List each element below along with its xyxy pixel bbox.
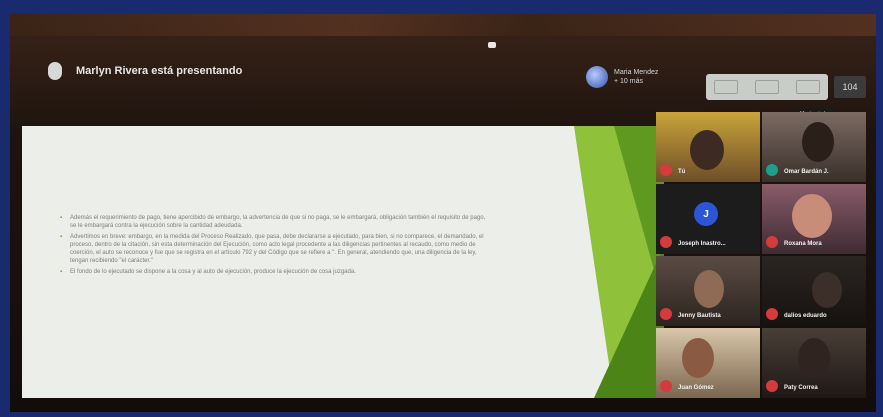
- participant-avatar: J: [694, 202, 718, 226]
- layout-sidebar-button[interactable]: [714, 80, 739, 94]
- slide-green-decoration: [574, 126, 664, 398]
- presenter-label: Marlyn Rivera está presentando: [76, 65, 243, 77]
- muted-mic-icon: [660, 308, 672, 320]
- participant-video: [798, 338, 830, 378]
- participant-tile[interactable]: Omar Bardán J.: [762, 112, 866, 182]
- layout-fullscreen-button[interactable]: [795, 80, 820, 94]
- participant-tile[interactable]: Juan Gómez: [656, 328, 760, 398]
- layout-controls: [706, 74, 828, 100]
- slide-bullet: Advertimos en breve: embargo, en la medi…: [60, 233, 490, 265]
- participant-count-button[interactable]: 104: [834, 76, 866, 98]
- shared-slide: Además el requerimiento de pago, tiene a…: [22, 126, 664, 398]
- mouse-cursor: [488, 42, 496, 48]
- participant-video: [792, 194, 832, 238]
- viewer-name: Maria Mendez: [614, 69, 659, 76]
- participant-tile[interactable]: Paty Correa: [762, 328, 866, 398]
- participant-tile[interactable]: dalíos eduardo: [762, 256, 866, 326]
- muted-mic-icon: [766, 308, 778, 320]
- participant-tile[interactable]: Roxana Mora: [762, 184, 866, 254]
- viewer-avatar: [586, 66, 608, 88]
- participant-video: [682, 338, 714, 378]
- presenter-banner: Marlyn Rivera está presentando: [48, 62, 242, 80]
- slide-bullet: El fondo de lo ejecutado se dispone a la…: [60, 268, 490, 276]
- participant-video: [802, 122, 834, 162]
- viewer-summary[interactable]: Maria Mendez + 10 más: [586, 66, 658, 88]
- muted-mic-icon: [766, 236, 778, 248]
- participant-name: Jenny Bautista: [678, 313, 721, 319]
- participant-tile[interactable]: Jenny Bautista: [656, 256, 760, 326]
- layout-grid-button[interactable]: [754, 80, 779, 94]
- muted-mic-icon: [660, 164, 672, 176]
- participant-name: Roxana Mora: [784, 241, 822, 247]
- presenter-mic-icon: [48, 62, 62, 80]
- participant-name: Paty Correa: [784, 385, 818, 391]
- participant-tile[interactable]: Tú: [656, 112, 760, 182]
- participant-tile[interactable]: J Joseph Inastro...: [656, 184, 760, 254]
- participant-name: dalíos eduardo: [784, 313, 827, 319]
- muted-mic-icon: [660, 380, 672, 392]
- slide-bullet: Además el requerimiento de pago, tiene a…: [60, 214, 490, 230]
- mic-on-icon: [766, 164, 778, 176]
- muted-mic-icon: [766, 380, 778, 392]
- participant-video: [690, 130, 724, 170]
- participant-name: Omar Bardán J.: [784, 169, 829, 175]
- screen-top-strip: [10, 14, 876, 36]
- participant-name: Juan Gómez: [678, 385, 714, 391]
- muted-mic-icon: [660, 236, 672, 248]
- participant-name: Tú: [678, 169, 686, 175]
- participant-grid: Tú Omar Bardán J. J Joseph Inastro... Ro…: [656, 112, 866, 404]
- participant-video: [812, 272, 842, 308]
- viewer-more-count: + 10 más: [614, 78, 643, 85]
- participant-name: Joseph Inastro...: [678, 241, 726, 247]
- slide-bullet-list: Además el requerimiento de pago, tiene a…: [60, 214, 490, 279]
- participant-video: [694, 270, 724, 308]
